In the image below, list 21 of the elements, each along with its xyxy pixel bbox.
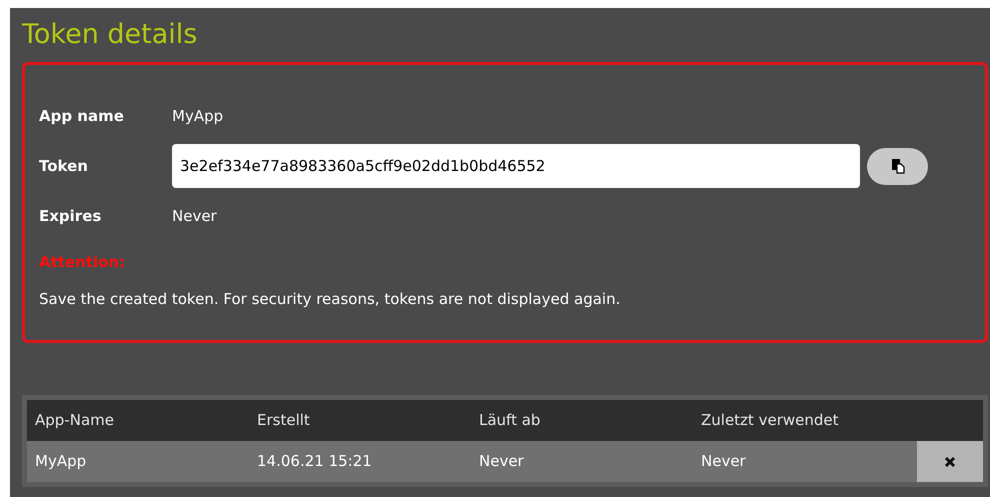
column-header: Läuft ab	[478, 410, 542, 432]
column-header: Zuletzt verwendet	[700, 410, 840, 432]
field-value: MyApp	[172, 106, 224, 127]
field-value: Never	[172, 206, 217, 227]
attention-message: Save the created token. For security reasons, tokens are not displayed again.	[39, 288, 620, 310]
table-cell-text: Never	[700, 451, 747, 472]
table-cell-text: Never	[478, 451, 525, 472]
close-icon	[944, 456, 956, 468]
column-header: App-Name	[34, 410, 115, 432]
token-field[interactable]: 3e2ef334e77a8983360a5cff9e02dd1b0bd46552	[172, 144, 860, 188]
table-cell-text: 14.06.21 15:21	[256, 451, 373, 472]
page-title: Token details	[22, 20, 198, 50]
table-cell-text: MyApp	[34, 451, 88, 472]
copy-icon	[890, 158, 904, 174]
delete-button[interactable]	[917, 441, 983, 482]
copy-button[interactable]	[867, 148, 928, 184]
column-header: Erstellt	[256, 410, 311, 432]
field-label: Expires	[39, 206, 102, 227]
field-label: Token	[39, 156, 89, 177]
attention-label: Attention:	[39, 252, 126, 273]
field-label: App name	[39, 106, 125, 127]
